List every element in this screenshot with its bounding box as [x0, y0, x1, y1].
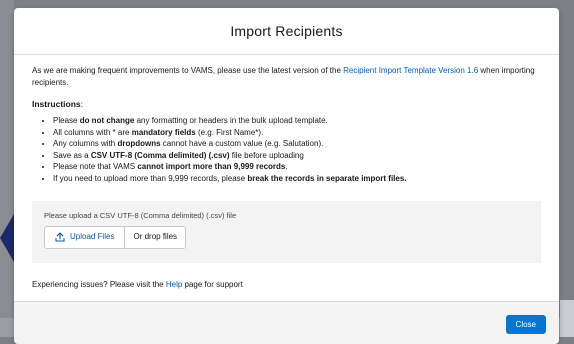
instruction-bold: break the records in separate import fil… — [247, 173, 407, 183]
upload-label: Please upload a CSV UTF-8 (Comma delimit… — [44, 210, 237, 220]
upload-row: Upload Files Or drop files — [44, 225, 529, 249]
modal-body: As we are making frequent improvements t… — [14, 55, 559, 291]
instruction-text: Any columns with — [53, 139, 118, 149]
import-recipients-modal: Import Recipients As we are making frequ… — [14, 8, 559, 344]
background-arrow-shape — [0, 214, 14, 262]
help-link[interactable]: Help — [166, 280, 182, 289]
close-button[interactable]: Close — [505, 315, 546, 334]
upload-files-label: Upload Files — [70, 232, 115, 242]
instruction-text: file before uploading — [229, 150, 304, 160]
instruction-item: Any columns with dropdowns cannot have a… — [53, 138, 541, 150]
support-text: Experiencing issues? Please visit the He… — [32, 279, 541, 291]
support-text-before: Experiencing issues? Please visit the — [32, 279, 166, 289]
instructions-heading: Instructions: — [32, 98, 541, 110]
intro-text: As we are making frequent improvements t… — [32, 65, 541, 89]
instruction-text: All columns with * are — [53, 127, 132, 137]
instruction-bold: mandatory fields — [131, 127, 196, 137]
instruction-item: If you need to upload more than 9,999 re… — [53, 173, 541, 185]
instruction-text: cannot have a custom value (e.g. Salutat… — [160, 139, 324, 149]
template-link[interactable]: Recipient Import Template Version 1.6 — [343, 66, 478, 75]
instruction-bold: CSV UTF-8 (Comma delimited) (.csv) — [90, 150, 230, 160]
instructions-heading-colon: : — [80, 99, 84, 109]
instruction-bold: do not change — [79, 116, 135, 125]
instruction-item: Save as a CSV UTF-8 (Comma delimited) (.… — [53, 150, 541, 162]
instruction-text: . — [285, 162, 288, 172]
upload-icon — [55, 232, 65, 242]
instruction-text: any formatting or headers in the bulk up… — [134, 116, 328, 125]
modal-title: Import Recipients — [230, 23, 343, 39]
instruction-text: Save as a — [53, 150, 91, 160]
background-left-strip — [0, 0, 14, 337]
instruction-text: Please — [53, 116, 80, 125]
instruction-item: All columns with * are mandatory fields … — [53, 127, 541, 139]
modal-footer: Close — [14, 301, 559, 344]
instruction-text: Please note that VAMS — [53, 162, 138, 172]
drop-files-zone[interactable]: Or drop files — [125, 225, 187, 249]
background-right-shade — [560, 300, 574, 337]
instruction-bold: dropdowns — [117, 139, 161, 149]
modal-header: Import Recipients — [14, 8, 559, 55]
instruction-item: Please note that VAMS cannot import more… — [53, 161, 541, 173]
support-text-after: page for support — [182, 279, 243, 289]
upload-files-button[interactable]: Upload Files — [44, 225, 126, 249]
intro-text-before: As we are making frequent improvements t… — [32, 66, 344, 75]
instruction-bold: cannot import more than 9,999 records — [137, 162, 286, 172]
instruction-text: If you need to upload more than 9,999 re… — [53, 173, 248, 183]
instruction-item: Please do not change any formatting or h… — [53, 115, 541, 127]
file-upload-panel: Please upload a CSV UTF-8 (Comma delimit… — [32, 200, 541, 263]
instructions-heading-label: Instructions — [32, 99, 81, 109]
instructions-list: Please do not change any formatting or h… — [32, 115, 541, 185]
instruction-text: (e.g. First Name*). — [195, 127, 264, 137]
drop-files-label: Or drop files — [133, 232, 178, 242]
